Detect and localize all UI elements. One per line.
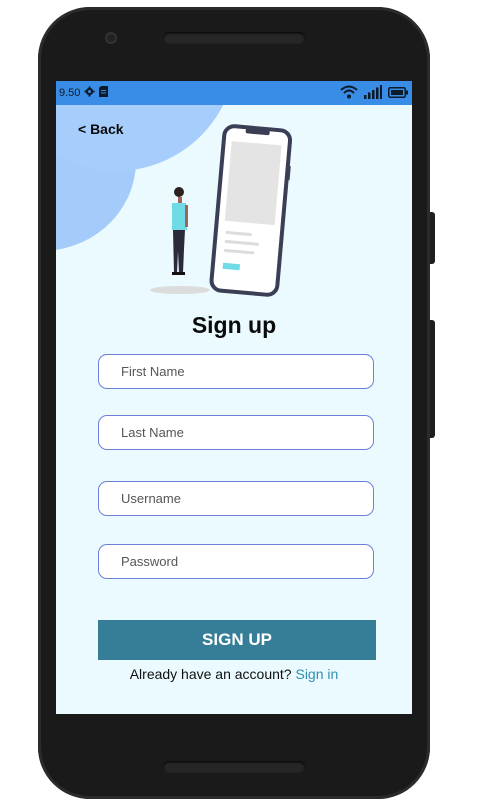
battery-icon [388,86,408,101]
top-speaker [163,32,305,44]
page-title: Sign up [191,312,277,338]
last-name-field [98,415,374,450]
gear-icon [84,86,95,100]
app-screen: 9.50 < Back Sign up First Name Last Name… [56,81,412,714]
signal-icon [364,85,382,102]
sign-in-prompt: Already have an account? Sign in [56,666,412,682]
front-camera [105,32,117,44]
wifi-icon [340,85,358,102]
sd-card-icon [99,86,109,100]
password-input[interactable] [99,545,373,578]
back-button[interactable]: < Back [78,121,124,137]
username-input[interactable] [99,482,373,515]
signup-illustration [148,123,298,303]
first-name-input[interactable] [99,355,373,388]
username-field [98,481,374,516]
status-time: 9.50 [59,87,81,99]
bottom-speaker [163,761,305,773]
sign-in-prompt-text: Already have an account? [129,666,292,682]
first-name-field [98,354,374,389]
sign-in-link[interactable]: Sign in [295,666,338,682]
last-name-input[interactable] [99,416,373,449]
power-button [430,320,435,438]
sign-up-button[interactable]: SIGN UP [98,620,376,660]
volume-button [430,212,435,264]
password-field [98,544,374,579]
status-bar: 9.50 [56,81,412,105]
